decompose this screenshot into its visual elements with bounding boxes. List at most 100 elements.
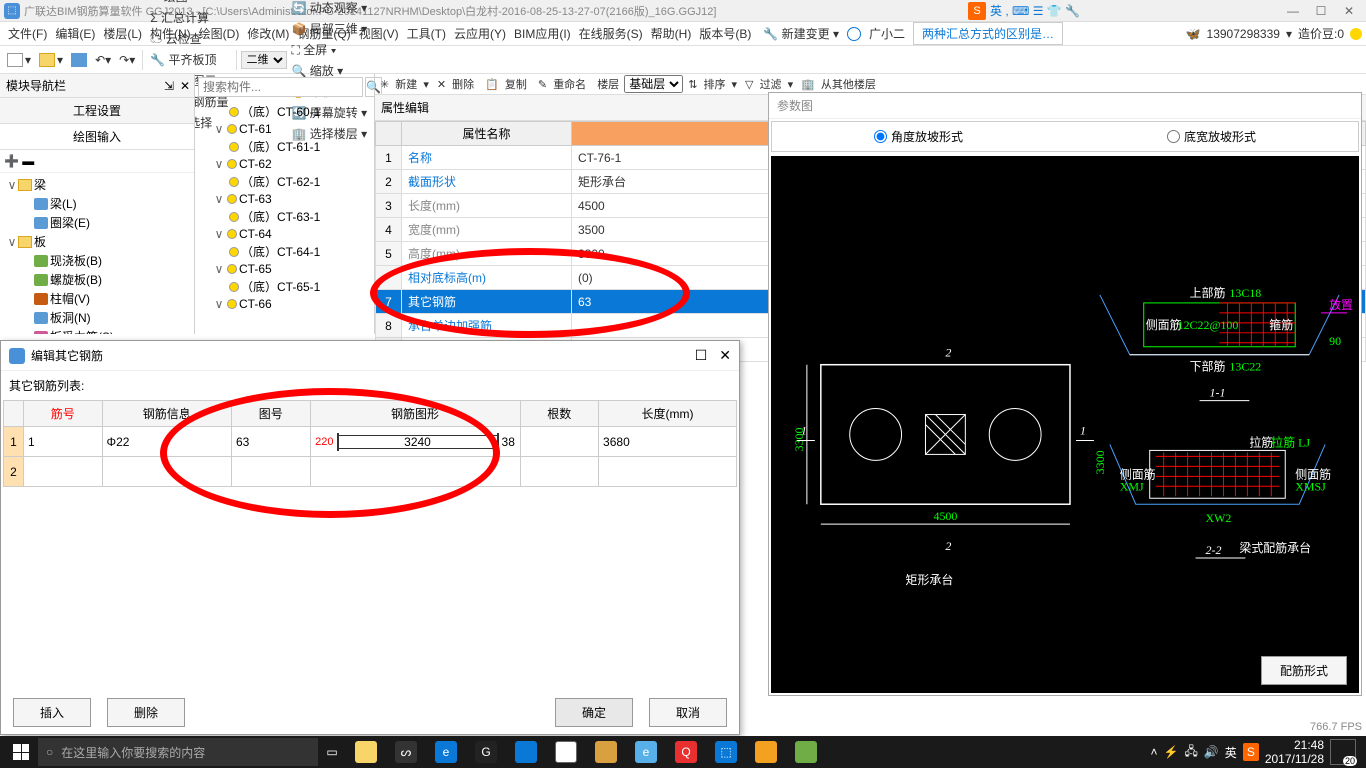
minimize-button[interactable]: — bbox=[1280, 4, 1306, 18]
menu-item[interactable]: 文件(F) bbox=[4, 25, 51, 43]
sort-btn[interactable]: ⇅ 排序 ▾ bbox=[685, 74, 740, 94]
app-mail[interactable] bbox=[506, 737, 546, 767]
menu-item[interactable]: 云应用(Y) bbox=[450, 25, 510, 43]
tab-draw-input[interactable]: 绘图输入 bbox=[0, 124, 194, 149]
toolbar-动态观察[interactable]: 🔄 动态观察 ▾ bbox=[289, 0, 371, 18]
component-item[interactable]: （底）CT-63-1 bbox=[199, 207, 370, 226]
tree-item[interactable]: ∨梁 bbox=[2, 175, 192, 194]
rebar-row-empty[interactable]: 2 bbox=[4, 457, 737, 487]
nav-close-icon[interactable]: ✕ bbox=[180, 79, 190, 93]
app-browser-g[interactable]: G bbox=[466, 737, 506, 767]
app-current[interactable]: ⬚ bbox=[706, 737, 746, 767]
component-item[interactable]: ∨CT-63 bbox=[199, 191, 370, 207]
ok-button[interactable]: 确定 bbox=[555, 698, 633, 727]
tray-notifications[interactable]: 20 bbox=[1330, 739, 1356, 765]
cancel-button[interactable]: 取消 bbox=[649, 698, 727, 727]
app-q[interactable]: Q bbox=[666, 737, 706, 767]
rename-btn[interactable]: ✎ 重命名 bbox=[535, 74, 592, 94]
search-input[interactable] bbox=[198, 77, 363, 97]
app-ie[interactable]: e bbox=[626, 737, 666, 767]
rebar-row[interactable]: 1 1 Φ22 63 220 3240 38 3680 bbox=[4, 427, 737, 457]
toolbar-平齐板顶[interactable]: 🔧 平齐板顶 bbox=[147, 49, 231, 70]
component-tree[interactable]: （底）CT-60-1∨CT-61（底）CT-61-1∨CT-62（底）CT-62… bbox=[195, 100, 374, 334]
app-note[interactable] bbox=[746, 737, 786, 767]
component-item[interactable]: （底）CT-65-1 bbox=[199, 277, 370, 296]
radio-width-slope[interactable]: 底宽放坡形式 bbox=[1167, 128, 1256, 145]
app-store[interactable] bbox=[546, 737, 586, 767]
app-folder2[interactable] bbox=[586, 737, 626, 767]
menu-item[interactable]: 帮助(H) bbox=[647, 25, 696, 43]
component-item[interactable]: ∨CT-61 bbox=[199, 121, 370, 137]
insert-button[interactable]: 插入 bbox=[13, 698, 91, 727]
toolbar-全屏[interactable]: ⛶ 全屏 ▾ bbox=[289, 39, 371, 60]
copy-btn[interactable]: 📋 复制 bbox=[482, 74, 533, 94]
user-icon[interactable] bbox=[847, 27, 861, 41]
from-other-floor-btn[interactable]: 🏢 从其他楼层 bbox=[798, 74, 882, 94]
menu-item[interactable]: 修改(M) bbox=[243, 25, 293, 43]
pin-icon[interactable]: ⇲ bbox=[164, 79, 174, 93]
radio-angle-slope[interactable]: 角度放坡形式 bbox=[874, 128, 963, 145]
nav-tree[interactable]: ∨梁梁(L)圈梁(E)∨板现浇板(B)螺旋板(B)柱帽(V)板洞(N)板受力筋(… bbox=[0, 173, 194, 334]
menu-item[interactable]: 在线服务(S) bbox=[575, 25, 647, 43]
component-item[interactable]: （底）CT-62-1 bbox=[199, 172, 370, 191]
component-item[interactable]: ∨CT-64 bbox=[199, 226, 370, 242]
menu-item[interactable]: BIM应用(I) bbox=[510, 25, 575, 43]
menu-item[interactable]: 版本号(B) bbox=[695, 25, 755, 43]
tree-item[interactable]: 板洞(N) bbox=[2, 308, 192, 327]
redo-button[interactable]: ↷▾ bbox=[116, 51, 138, 69]
component-item[interactable]: ∨CT-62 bbox=[199, 156, 370, 172]
ime-badge[interactable]: S bbox=[968, 2, 986, 20]
ime-indicator[interactable]: S 英 , ⌨ ☰ 👕 🔧 bbox=[968, 2, 1080, 20]
save-button[interactable] bbox=[68, 51, 90, 69]
dialog-max-button[interactable]: ☐ bbox=[695, 347, 708, 364]
new-change-menu[interactable]: 🔧 新建变更 ▾ bbox=[759, 23, 843, 44]
toolbar-云检查[interactable]: ☁ 云检查 bbox=[147, 28, 231, 49]
toolbar-绘图[interactable]: ✏ 绘图 bbox=[147, 0, 231, 7]
tray-power-icon[interactable]: ⚡ bbox=[1164, 745, 1179, 759]
open-file-button[interactable]: ▾ bbox=[36, 51, 66, 69]
delete-btn[interactable]: ✕ 删除 bbox=[434, 74, 480, 94]
rebar-form-button[interactable]: 配筋形式 bbox=[1261, 656, 1347, 685]
tray-up-icon[interactable]: ˄ bbox=[1150, 745, 1157, 759]
tray-clock[interactable]: 21:482017/11/28 bbox=[1265, 738, 1324, 767]
new-btn[interactable]: ✳ 新建 ▾ bbox=[377, 74, 432, 94]
delete-row-button[interactable]: 删除 bbox=[107, 698, 185, 727]
component-item[interactable]: （底）CT-64-1 bbox=[199, 242, 370, 261]
tree-item[interactable]: 螺旋板(B) bbox=[2, 270, 192, 289]
toolbar-汇总计算[interactable]: Σ 汇总计算 bbox=[147, 7, 231, 28]
toolbar-局部三维[interactable]: 📦 局部三维 ▾ bbox=[289, 18, 371, 39]
tree-item[interactable]: ∨板 bbox=[2, 232, 192, 251]
price-bean-label[interactable]: 造价豆:0 bbox=[1298, 25, 1344, 42]
maximize-button[interactable]: ☐ bbox=[1308, 4, 1334, 18]
close-button[interactable]: ✕ bbox=[1336, 4, 1362, 18]
dialog-close-button[interactable]: ✕ bbox=[719, 347, 731, 364]
filter-btn[interactable]: ▽ 过滤 ▾ bbox=[742, 74, 796, 94]
dim-select[interactable]: 二维 bbox=[241, 51, 287, 69]
tree-item[interactable]: 柱帽(V) bbox=[2, 289, 192, 308]
component-item[interactable]: ∨CT-66 bbox=[199, 296, 370, 312]
tree-item[interactable]: 现浇板(B) bbox=[2, 251, 192, 270]
taskbar-search[interactable]: ○ 在这里输入你要搜索的内容 bbox=[38, 738, 318, 766]
menu-item[interactable]: 工具(T) bbox=[403, 25, 450, 43]
undo-button[interactable]: ↶▾ bbox=[92, 51, 114, 69]
task-view-icon[interactable]: ▭ bbox=[318, 738, 346, 766]
tray-vol-icon[interactable]: 🔊 bbox=[1204, 745, 1219, 759]
menu-item[interactable]: 楼层(L) bbox=[99, 25, 146, 43]
tray-net-icon[interactable]: 🖧 bbox=[1184, 742, 1197, 763]
menu-item[interactable]: 编辑(E) bbox=[51, 25, 99, 43]
floor-select[interactable]: 基础层 bbox=[624, 75, 683, 93]
component-item[interactable]: （底）CT-60-1 bbox=[199, 102, 370, 121]
tray-lang[interactable]: 英 bbox=[1225, 744, 1237, 761]
new-file-button[interactable]: ▾ bbox=[4, 51, 34, 69]
diagram-canvas[interactable]: 4500 3300 1 1 2 2 矩形承台 bbox=[771, 156, 1359, 693]
component-item[interactable]: （底）CT-61-1 bbox=[199, 137, 370, 156]
tree-item[interactable]: 板受力筋(S) bbox=[2, 327, 192, 334]
app-explorer[interactable] bbox=[346, 737, 386, 767]
user-name[interactable]: 广小二 bbox=[865, 23, 909, 44]
app-edge[interactable]: e bbox=[426, 737, 466, 767]
app-browser-s[interactable]: ᔕ bbox=[386, 737, 426, 767]
tab-project-settings[interactable]: 工程设置 bbox=[0, 98, 194, 123]
tree-item[interactable]: 梁(L) bbox=[2, 194, 192, 213]
component-item[interactable]: ∨CT-65 bbox=[199, 261, 370, 277]
tree-item[interactable]: 圈梁(E) bbox=[2, 213, 192, 232]
